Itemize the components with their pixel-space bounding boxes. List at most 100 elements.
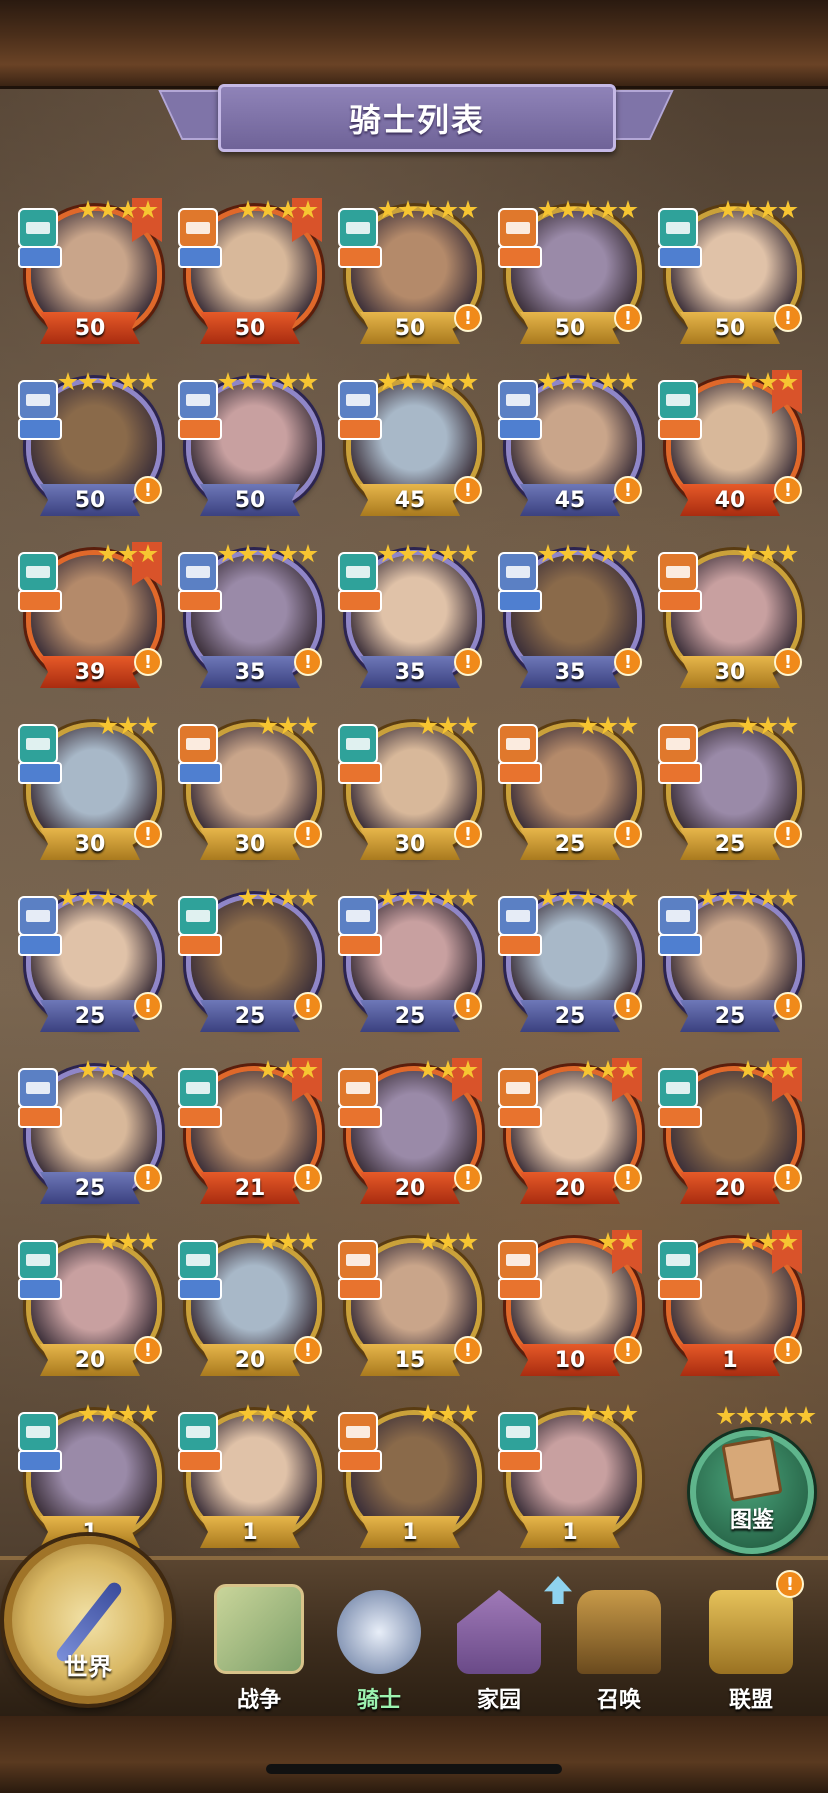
knight-card[interactable]: 30! bbox=[18, 716, 162, 866]
star-rating bbox=[538, 888, 638, 908]
knight-card[interactable]: 25! bbox=[658, 716, 802, 866]
knight-card[interactable]: 20! bbox=[178, 1232, 322, 1382]
knight-level: 25 bbox=[234, 1003, 266, 1029]
knight-level: 1 bbox=[402, 1519, 418, 1545]
element-badge bbox=[18, 552, 58, 592]
knight-card[interactable]: 50 bbox=[178, 372, 322, 522]
level-ribbon: 25 bbox=[520, 828, 620, 860]
element-badge bbox=[658, 1068, 698, 1108]
nav-war[interactable]: 战争 bbox=[200, 1574, 318, 1714]
knight-card[interactable]: 20! bbox=[338, 1058, 482, 1210]
sword-icon bbox=[658, 762, 702, 784]
knight-card[interactable]: 50 bbox=[18, 198, 162, 350]
star-icon bbox=[258, 1232, 278, 1251]
star-icon bbox=[298, 716, 318, 735]
star-icon bbox=[418, 716, 438, 735]
knight-card[interactable]: 25! bbox=[18, 1060, 162, 1210]
alert-badge-icon: ! bbox=[134, 476, 162, 504]
knight-card[interactable]: 25! bbox=[498, 716, 642, 866]
knight-card[interactable]: 50! bbox=[18, 372, 162, 522]
knight-card[interactable]: 25! bbox=[178, 888, 322, 1038]
star-rating bbox=[418, 1404, 478, 1424]
knight-card[interactable]: 30! bbox=[338, 716, 482, 866]
knight-card[interactable]: 39! bbox=[18, 542, 162, 694]
knight-card[interactable]: 21! bbox=[178, 1058, 322, 1210]
knight-card[interactable]: 40! bbox=[658, 370, 802, 522]
codex-button[interactable]: 图鉴 bbox=[690, 1406, 816, 1554]
knight-card[interactable]: 20! bbox=[658, 1058, 802, 1210]
knight-card[interactable]: 25! bbox=[18, 888, 162, 1038]
knight-card[interactable]: 25! bbox=[338, 888, 482, 1038]
knight-card[interactable]: 20! bbox=[498, 1058, 642, 1210]
knight-card[interactable]: 10! bbox=[498, 1230, 642, 1382]
star-icon bbox=[558, 888, 578, 907]
knight-card[interactable]: 50! bbox=[338, 200, 482, 350]
knight-card[interactable]: 50 bbox=[178, 198, 322, 350]
knight-card[interactable]: 35! bbox=[178, 544, 322, 694]
level-ribbon: 50 bbox=[40, 312, 140, 344]
star-icon bbox=[438, 1060, 458, 1079]
knight-card[interactable]: 45! bbox=[338, 372, 482, 522]
star-icon bbox=[598, 1232, 618, 1251]
element-symbol-icon bbox=[506, 222, 530, 234]
nav-summon[interactable]: 召唤 bbox=[560, 1574, 678, 1714]
star-rating bbox=[598, 1232, 638, 1252]
star-icon bbox=[78, 200, 98, 219]
knight-card[interactable]: 1! bbox=[658, 1230, 802, 1382]
star-icon bbox=[98, 888, 118, 907]
sword-icon bbox=[338, 1106, 382, 1128]
star-icon bbox=[598, 200, 618, 219]
star-icon bbox=[578, 372, 598, 391]
knight-card[interactable]: 50! bbox=[658, 200, 802, 350]
knight-level: 25 bbox=[714, 1003, 746, 1029]
nav-alliance[interactable]: 联盟 ! bbox=[692, 1570, 810, 1714]
alert-badge-icon: ! bbox=[454, 1164, 482, 1192]
star-icon bbox=[438, 200, 458, 219]
knight-card[interactable]: 45! bbox=[498, 372, 642, 522]
knight-card[interactable]: 50! bbox=[498, 200, 642, 350]
knight-card[interactable]: 15! bbox=[338, 1232, 482, 1382]
element-symbol-icon bbox=[346, 910, 370, 922]
star-icon bbox=[618, 888, 638, 907]
knight-card[interactable]: 35! bbox=[338, 544, 482, 694]
level-ribbon: 25 bbox=[680, 828, 780, 860]
knight-card[interactable]: 35! bbox=[498, 544, 642, 694]
star-icon bbox=[378, 372, 398, 391]
element-badge bbox=[338, 1412, 378, 1452]
knight-card[interactable]: 30! bbox=[658, 544, 802, 694]
knight-portrait-icon bbox=[337, 1590, 421, 1674]
level-ribbon: 20 bbox=[520, 1172, 620, 1204]
star-icon bbox=[778, 1232, 798, 1251]
knight-card[interactable]: 1 bbox=[178, 1404, 322, 1554]
sword-icon bbox=[338, 246, 382, 268]
level-ribbon: 25 bbox=[200, 1000, 300, 1032]
star-icon bbox=[298, 888, 318, 907]
star-icon bbox=[418, 200, 438, 219]
home-indicator[interactable] bbox=[266, 1764, 562, 1774]
alert-badge-icon: ! bbox=[454, 1336, 482, 1364]
nav-world[interactable]: 世界 bbox=[4, 1536, 172, 1704]
knight-card[interactable]: 25! bbox=[658, 888, 802, 1038]
nav-knights[interactable]: 骑士 bbox=[320, 1574, 438, 1714]
knight-level: 25 bbox=[714, 831, 746, 857]
star-icon bbox=[718, 888, 738, 907]
star-icon bbox=[278, 888, 298, 907]
star-icon bbox=[418, 888, 438, 907]
element-symbol-icon bbox=[346, 1082, 370, 1094]
knight-card[interactable]: 30! bbox=[178, 716, 322, 866]
knight-card[interactable]: 1 bbox=[18, 1404, 162, 1554]
knight-level: 50 bbox=[554, 315, 586, 341]
star-icon bbox=[138, 888, 158, 907]
sword-icon bbox=[18, 1106, 62, 1128]
map-icon bbox=[214, 1584, 304, 1674]
knight-card[interactable]: 25! bbox=[498, 888, 642, 1038]
star-icon bbox=[218, 372, 238, 391]
star-icon bbox=[138, 544, 158, 563]
knight-card[interactable]: 20! bbox=[18, 1232, 162, 1382]
nav-world-label: 世界 bbox=[64, 1653, 112, 1681]
element-badge bbox=[18, 1240, 58, 1280]
knight-card[interactable]: 1 bbox=[338, 1404, 482, 1554]
knight-card[interactable]: 1 bbox=[498, 1404, 642, 1554]
star-rating bbox=[578, 716, 638, 736]
nav-home[interactable]: 家园 bbox=[440, 1574, 558, 1714]
